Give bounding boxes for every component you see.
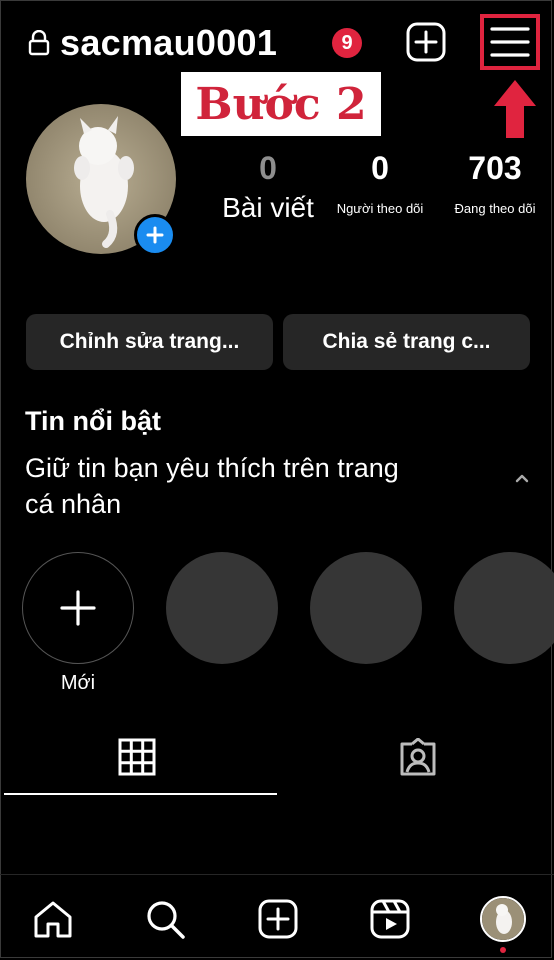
highlights-title: Tin nổi bật [25, 406, 161, 436]
highlight-placeholder [166, 552, 278, 664]
highlight-placeholder [454, 552, 554, 664]
profile-username[interactable]: sacmau0001 [60, 22, 277, 64]
reels-icon[interactable] [369, 898, 411, 940]
grid-icon [118, 738, 156, 776]
lock-icon [28, 29, 50, 56]
hamburger-menu-icon [490, 27, 530, 57]
highlights-description: Giữ tin bạn yêu thích trên trang cá nhân [25, 453, 399, 519]
plus-square-icon [406, 22, 446, 62]
following-count[interactable]: 703 [454, 150, 536, 187]
new-highlight-button[interactable] [22, 552, 134, 664]
profile-tab-avatar[interactable] [480, 896, 526, 942]
create-button[interactable] [406, 22, 446, 62]
followers-count[interactable]: 0 [340, 150, 420, 187]
home-icon[interactable] [32, 898, 74, 940]
new-highlight-label: Mới [60, 672, 96, 694]
red-up-arrow-icon [492, 78, 538, 140]
notification-dot [500, 947, 506, 953]
following-label[interactable]: Đang theo dõi [440, 201, 550, 216]
followers-label[interactable]: Người theo dõi [324, 201, 436, 216]
notification-badge[interactable]: 9 [332, 28, 362, 58]
menu-button[interactable] [480, 14, 540, 70]
add-story-button[interactable] [134, 214, 176, 256]
posts-label: Bài viết [222, 192, 314, 223]
step-annotation-label: Bước 2 [181, 72, 381, 136]
tab-posts-grid[interactable] [118, 738, 156, 776]
create-icon[interactable] [257, 898, 299, 940]
share-profile-button[interactable]: Chia sẻ trang c... [283, 314, 530, 370]
plus-icon [60, 590, 96, 626]
highlight-placeholder [310, 552, 422, 664]
plus-icon [146, 226, 164, 244]
search-icon[interactable] [144, 898, 186, 940]
active-tab-indicator [4, 793, 277, 795]
tagged-icon [400, 737, 436, 776]
chevron-up-icon[interactable] [512, 470, 532, 486]
posts-count: 0 [259, 150, 277, 186]
tab-tagged[interactable] [398, 737, 438, 778]
edit-profile-button[interactable]: Chỉnh sửa trang... [26, 314, 273, 370]
